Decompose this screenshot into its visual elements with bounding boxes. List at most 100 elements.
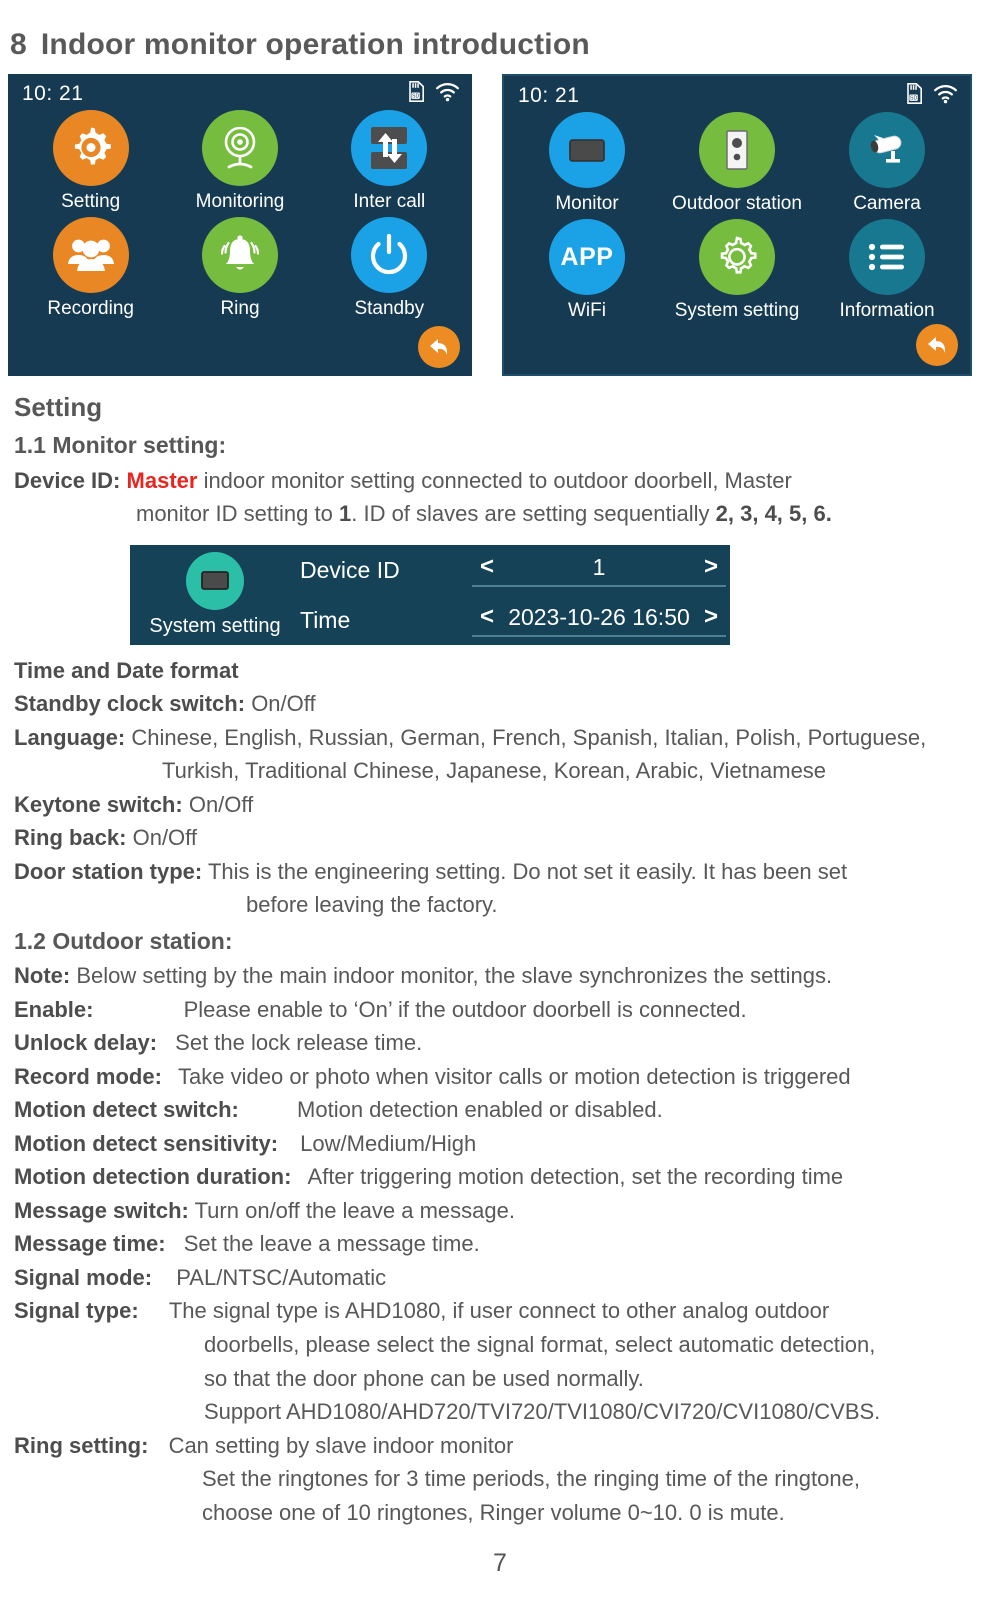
signal-type-line-4: Support AHD1080/AHD720/TVI720/TVI1080/CV…	[204, 1399, 881, 1425]
tile-monitor[interactable]: Monitor	[512, 112, 662, 215]
tile-label: Setting	[61, 191, 121, 212]
app-tile-grid-left: Setting Monitoring Inter call Recording	[8, 108, 472, 320]
tile-ring[interactable]: Ring	[165, 217, 314, 320]
sd-card-icon: SD	[905, 83, 922, 109]
standby-clock-value: On/Off	[251, 691, 316, 717]
monitor-icon	[186, 551, 244, 610]
doorstation-value-1: This is the engineering setting. Do not …	[207, 858, 848, 884]
row-value: Turn on/off the leave a message.	[194, 1197, 515, 1223]
tile-label: Outdoor station	[672, 193, 802, 214]
row-value: Set the lock release time.	[175, 1030, 423, 1056]
outdoor-row-motion-duration: Motion detection duration: After trigger…	[14, 1161, 990, 1194]
app-label: APP	[560, 242, 614, 271]
door-station-icon	[699, 112, 775, 188]
system-setting-panel: System setting Device ID < 1 > Time < 20…	[130, 544, 730, 645]
status-icons-left: SD	[407, 81, 460, 107]
tile-monitoring[interactable]: Monitoring	[165, 110, 314, 213]
row-stepper[interactable]: < 1 >	[472, 553, 726, 587]
next-arrow-icon[interactable]: >	[704, 549, 718, 585]
signal-type-line-3: so that the door phone can be used norma…	[204, 1365, 644, 1391]
outdoor-row-message-time: Message time: Set the leave a message ti…	[14, 1228, 990, 1261]
ringback-label: Ring back:	[14, 825, 127, 851]
page-number: 7	[493, 1549, 507, 1578]
language-line: Language: Chinese, English, Russian, Ger…	[14, 722, 990, 755]
app-tile-grid-right: Monitor Outdoor station Camera APP WiFi	[504, 110, 970, 322]
note-label: Note:	[14, 963, 71, 988]
return-arrow-icon[interactable]	[418, 326, 460, 368]
time-date-format-line: Time and Date format	[14, 655, 990, 688]
outdoor-station-heading: 1.2 Outdoor station:	[14, 927, 233, 954]
row-label: Message time:	[14, 1231, 166, 1257]
outdoor-row-record-mode: Record mode: Take video or photo when vi…	[14, 1061, 990, 1094]
time-date-format-label: Time and Date format	[14, 657, 239, 683]
tile-label: Standby	[354, 298, 425, 319]
prev-arrow-icon[interactable]: <	[480, 549, 494, 585]
setting-row-device-id: Device ID < 1 >	[300, 545, 726, 595]
outdoor-row-enable: Enable: Please enable to ‘On’ if the out…	[14, 994, 990, 1027]
row-label: Motion detect sensitivity:	[14, 1130, 279, 1156]
row-value: Please enable to ‘On’ if the outdoor doo…	[183, 996, 747, 1022]
device-id-master-value: 1	[338, 501, 352, 527]
sd-card-icon: SD	[407, 81, 424, 107]
people-icon	[52, 217, 129, 293]
tile-system-setting[interactable]: System setting	[662, 219, 812, 322]
language-line-2: Turkish, Traditional Chinese, Japanese, …	[162, 758, 827, 784]
tile-label: Camera	[853, 193, 921, 214]
standby-clock-line: Standby clock switch: On/Off	[14, 688, 990, 721]
doorstation-line-2: before leaving the factory.	[246, 892, 498, 918]
note-line: Note: Below setting by the main indoor m…	[14, 960, 990, 993]
tile-label: Monitor	[555, 193, 619, 214]
status-bar-left: 10: 21 SD	[8, 74, 472, 108]
return-arrow-icon[interactable]	[916, 324, 958, 366]
tile-outdoor-station[interactable]: Outdoor station	[662, 112, 812, 215]
next-arrow-icon[interactable]: >	[704, 599, 718, 635]
language-list-1: Chinese, English, Russian, German, Frenc…	[131, 724, 927, 750]
row-stepper[interactable]: < 2023-10-26 16:50 >	[472, 603, 726, 637]
note-value: Below setting by the main indoor monitor…	[76, 963, 833, 988]
tile-wifi[interactable]: APP WiFi	[512, 219, 662, 322]
manual-body: Setting 1.1 Monitor setting: Device ID: …	[0, 376, 1000, 1582]
tile-setting[interactable]: Setting	[16, 110, 165, 213]
tile-camera[interactable]: Camera	[812, 112, 962, 215]
tile-label: Monitoring	[195, 191, 285, 212]
monitor-setting-heading: 1.1 Monitor setting:	[14, 432, 227, 459]
system-setting-label: System setting	[149, 614, 281, 637]
tile-label: Ring	[220, 298, 260, 319]
row-label: Motion detection duration:	[14, 1164, 292, 1190]
row-label: Unlock delay:	[14, 1030, 158, 1056]
tile-recording[interactable]: Recording	[16, 217, 165, 320]
master-keyword: Master	[126, 467, 198, 493]
setting-row-time: Time < 2023-10-26 16:50 >	[300, 595, 726, 645]
row-value: Set the leave a message time.	[183, 1231, 480, 1257]
power-icon	[351, 217, 428, 293]
row-value: 2023-10-26 16:50	[508, 603, 690, 630]
row-key: Device ID	[300, 556, 400, 583]
keytone-label: Keytone switch:	[14, 791, 183, 817]
webcam-icon	[201, 110, 278, 186]
tile-label: Inter call	[353, 191, 426, 212]
wifi-icon	[933, 84, 958, 109]
tile-inter-call[interactable]: Inter call	[315, 110, 464, 213]
gear-outline-icon	[699, 219, 775, 295]
ring-setting-label: Ring setting:	[14, 1432, 149, 1458]
indoor-monitor-settings-screen: 10: 21 SD Monitor Outdoor station Camera…	[502, 74, 972, 376]
device-id-paragraph-line2: monitor ID setting to 1. ID of slaves ar…	[14, 498, 990, 531]
clock-left: 10: 21	[22, 82, 84, 105]
row-label: Message switch:	[14, 1197, 189, 1223]
doorstation-label: Door station type:	[14, 858, 203, 884]
outdoor-row-motion-switch: Motion detect switch: Motion detection e…	[14, 1094, 990, 1127]
svg-text:SD: SD	[412, 94, 419, 100]
row-label: Motion detect switch:	[14, 1097, 239, 1123]
ring-setting-line-3: choose one of 10 ringtones, Ringer volum…	[202, 1499, 785, 1525]
tile-standby[interactable]: Standby	[315, 217, 464, 320]
prev-arrow-icon[interactable]: <	[480, 599, 494, 635]
wifi-icon	[435, 82, 460, 107]
tile-label: System setting	[674, 300, 800, 321]
language-label: Language:	[14, 724, 126, 750]
tile-information[interactable]: Information	[812, 219, 962, 322]
device-id-label: Device ID:	[14, 467, 121, 493]
signal-type-line: Signal type: The signal type is AHD1080,…	[14, 1295, 990, 1328]
system-setting-rows: Device ID < 1 > Time < 2023-10-26 16:50 …	[300, 545, 730, 645]
outdoor-row-unlock-delay: Unlock delay: Set the lock release time.	[14, 1027, 990, 1060]
tile-label: WiFi	[568, 300, 606, 321]
